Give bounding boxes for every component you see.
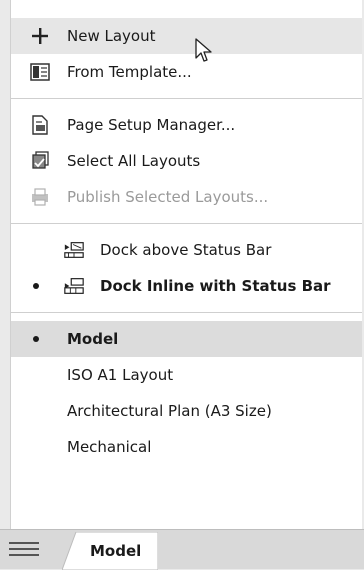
layout-mechanical-label: Mechanical [67, 438, 152, 456]
status-bar: Model [0, 529, 364, 570]
layout-context-menu: New Layout From Template... Page Setup M… [10, 0, 362, 529]
dock-inline-status-bar-label: Dock Inline with Status Bar [100, 277, 331, 295]
menu-separator [11, 223, 362, 224]
page-setup-label: Page Setup Manager... [67, 116, 236, 134]
menu-top-padding [11, 0, 362, 18]
mouse-pointer-icon [195, 38, 213, 68]
menu-separator [11, 312, 362, 313]
dock-above-status-bar-item[interactable]: Dock above Status Bar [11, 232, 362, 268]
layout-item-architectural-plan[interactable]: Architectural Plan (A3 Size) [11, 393, 362, 429]
tab-model[interactable]: Model [62, 532, 158, 570]
menu-separator [11, 98, 362, 99]
layout-item-mechanical[interactable]: Mechanical [11, 429, 362, 465]
page-setup-manager-item[interactable]: Page Setup Manager... [11, 107, 362, 143]
select-layouts-icon [29, 150, 51, 172]
from-template-item[interactable]: From Template... [11, 54, 362, 90]
page-setup-icon [29, 114, 51, 136]
publish-selected-layouts-label: Publish Selected Layouts... [67, 188, 269, 206]
layout-iso-a1-label: ISO A1 Layout [67, 366, 174, 384]
publish-icon [29, 186, 51, 208]
plus-icon [29, 25, 51, 47]
select-all-layouts-label: Select All Layouts [67, 152, 201, 170]
layout-model-label: Model [67, 330, 119, 348]
publish-selected-layouts-item: Publish Selected Layouts... [11, 179, 362, 215]
template-icon [29, 61, 51, 83]
layout-architectural-plan-label: Architectural Plan (A3 Size) [67, 402, 272, 420]
checked-bullet [33, 336, 39, 342]
tab-model-label: Model [90, 542, 142, 560]
dock-above-status-bar-label: Dock above Status Bar [100, 241, 272, 259]
hamburger-icon[interactable] [9, 538, 39, 560]
layout-item-iso-a1[interactable]: ISO A1 Layout [11, 357, 362, 393]
new-layout-label: New Layout [67, 27, 156, 45]
dock-inline-icon [63, 275, 85, 297]
from-template-label: From Template... [67, 63, 192, 81]
checked-bullet [33, 283, 39, 289]
dock-inline-status-bar-item[interactable]: Dock Inline with Status Bar [11, 268, 362, 304]
new-layout-item[interactable]: New Layout [11, 18, 362, 54]
dock-above-icon [63, 239, 85, 261]
select-all-layouts-item[interactable]: Select All Layouts [11, 143, 362, 179]
layout-item-model[interactable]: Model [11, 321, 362, 357]
